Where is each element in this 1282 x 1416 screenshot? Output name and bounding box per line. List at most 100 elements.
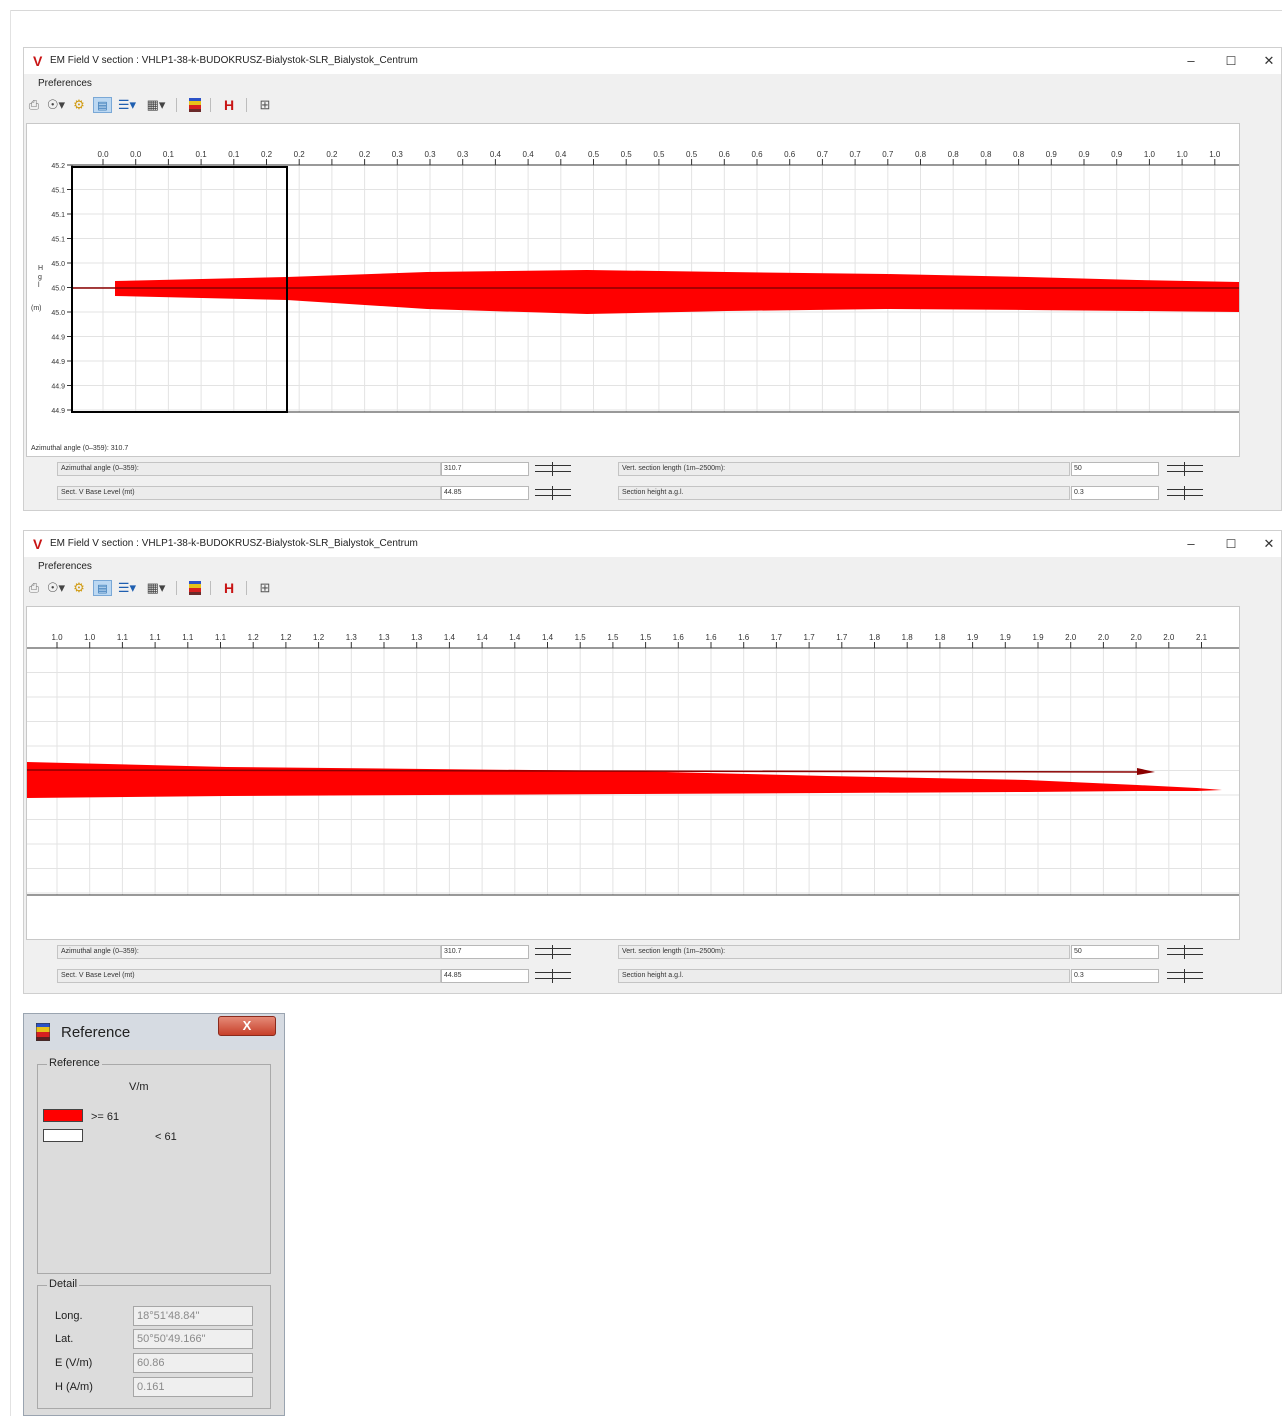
reference-close-button[interactable]: X [218,1016,276,1036]
app-logo-icon: V [33,536,43,552]
section-length-label: Vert. section length (1m–2500m): [618,462,1070,476]
gear-icon[interactable]: ⚙ [71,97,87,113]
x-tick-label: 1.9 [1000,633,1012,642]
x-tick-label: 1.0 [1209,150,1221,159]
close-button[interactable]: ✕ [1257,51,1281,71]
legend-label-high: >= 61 [91,1111,120,1123]
x-tick-label: 1.1 [215,633,227,642]
x-tick-label: 0.9 [1078,150,1090,159]
azimuth-label: Azimuthal angle (0–359): [57,945,441,959]
title-bar[interactable]: V EM Field V section : VHLP1-38-k-BUDOKR… [24,531,1281,557]
x-tick-label: 0.5 [621,150,633,159]
x-tick-label: 1.8 [869,633,881,642]
section-length-spinner[interactable] [1167,462,1203,476]
section-length-spinner[interactable] [1167,945,1203,959]
chart-icon[interactable]: ▤ [93,580,112,596]
section-height-input[interactable]: 0.3 [1071,969,1159,983]
x-tick-label: 0.5 [686,150,698,159]
export-icon[interactable]: ⊞ [257,97,273,113]
base-level-input[interactable]: 44.85 [441,486,529,500]
latitude-value: 50°50'49.166" [133,1329,253,1349]
compass-icon[interactable]: ☉▾ [45,97,67,113]
section-length-input[interactable]: 50 [1071,945,1159,959]
menu-bar: Preferences [24,557,1281,577]
y-tick-label: 44.9 [51,384,65,391]
section-plot[interactable]: 1.0 1.0 1.1 1.1 1.1 1.1 1.2 1.2 1.2 1.3 1.3 1.3 1.4 1… [26,606,1240,940]
x-tick-label: 0.7 [817,150,829,159]
detail-group: Detail Long. 18°51'48.84" Lat. 50°50'49.… [37,1278,271,1409]
h-field-icon[interactable]: H [222,580,236,596]
reference-title-bar[interactable]: Reference X [24,1014,284,1050]
menu-preferences[interactable]: Preferences [38,78,92,89]
maximize-button[interactable]: ☐ [1219,534,1243,554]
base-level-label: Sect. V Base Level (mt) [57,486,441,500]
section-height-spinner[interactable] [1167,486,1203,500]
section-height-label: Section height a.g.l. [618,969,1070,983]
gear-icon[interactable]: ⚙ [71,580,87,596]
export-icon[interactable]: ⊞ [257,580,273,596]
list-icon[interactable]: ☰▾ [114,580,140,596]
x-tick-label: 0.1 [163,150,175,159]
close-button[interactable]: ✕ [1257,534,1281,554]
y-tick-label: 44.9 [51,335,65,342]
base-level-spinner[interactable] [535,969,571,983]
section-height-label: Section height a.g.l. [618,486,1070,500]
x-tick-label: 1.1 [182,633,194,642]
legend-swatch-low [43,1129,83,1142]
minimize-button[interactable]: – [1179,534,1203,554]
grid-icon[interactable]: ▦▾ [142,97,170,113]
x-tick-label: 1.2 [280,633,292,642]
x-tick-label: 0.1 [196,150,208,159]
toolbar-separator [246,581,247,595]
x-tick-label: 1.0 [1177,150,1189,159]
y-tick-label: 45.0 [51,286,65,293]
y-tick-label: 45.1 [51,237,65,244]
y-tick-label: 45.1 [51,188,65,195]
em-field-window-1: V EM Field V section : VHLP1-38-k-BUDOKR… [23,47,1282,511]
chart-icon[interactable]: ▤ [93,97,112,113]
base-level-input[interactable]: 44.85 [441,969,529,983]
menu-preferences[interactable]: Preferences [38,561,92,572]
x-tick-label: 0.8 [948,150,960,159]
azimuth-input[interactable]: 310.7 [441,462,529,476]
grid-icon[interactable]: ▦▾ [142,580,170,596]
printer-icon[interactable]: ⎙ [27,97,41,113]
section-plot[interactable]: 0.0 0.0 0.1 0.1 0.1 0.2 0.2 0.2 0.2 0.3 0.3 0.3 0.4 0… [26,123,1240,457]
minimize-button[interactable]: – [1179,51,1203,71]
maximize-button[interactable]: ☐ [1219,51,1243,71]
x-tick-label: 2.0 [1163,633,1175,642]
toolbar-separator [246,98,247,112]
x-tick-label: 0.4 [490,150,502,159]
x-tick-label: 1.4 [444,633,456,642]
section-length-label: Vert. section length (1m–2500m): [618,945,1070,959]
x-tick-label: 1.4 [542,633,554,642]
title-bar[interactable]: V EM Field V section : VHLP1-38-k-BUDOKR… [24,48,1281,74]
azimuth-spinner[interactable] [535,462,571,476]
azimuth-input[interactable]: 310.7 [441,945,529,959]
legend-icon[interactable] [188,580,202,596]
azimuth-spinner[interactable] [535,945,571,959]
x-tick-label: 0.3 [457,150,469,159]
section-height-input[interactable]: 0.3 [1071,486,1159,500]
printer-icon[interactable]: ⎙ [27,580,41,596]
y-axis-label: (m) [31,305,42,312]
field-area [27,762,1222,798]
section-arrow [1137,768,1155,775]
x-tick-label: 0.3 [424,150,436,159]
compass-icon[interactable]: ☉▾ [45,580,67,596]
x-tick-label: 1.6 [673,633,685,642]
section-height-spinner[interactable] [1167,969,1203,983]
legend-icon[interactable] [188,97,202,113]
x-tick-label: 0.2 [261,150,273,159]
x-tick-label: 0.6 [751,150,763,159]
longitude-label: Long. [55,1310,83,1322]
e-field-value: 60.86 [133,1353,253,1373]
h-field-value: 0.161 [133,1377,253,1397]
base-level-label: Sect. V Base Level (mt) [57,969,441,983]
reference-window: Reference X Reference V/m >= 61 < 61 Det… [23,1013,285,1416]
h-field-icon[interactable]: H [222,97,236,113]
section-length-input[interactable]: 50 [1071,462,1159,476]
list-icon[interactable]: ☰▾ [114,97,140,113]
window-title: EM Field V section : VHLP1-38-k-BUDOKRUS… [50,538,418,549]
base-level-spinner[interactable] [535,486,571,500]
